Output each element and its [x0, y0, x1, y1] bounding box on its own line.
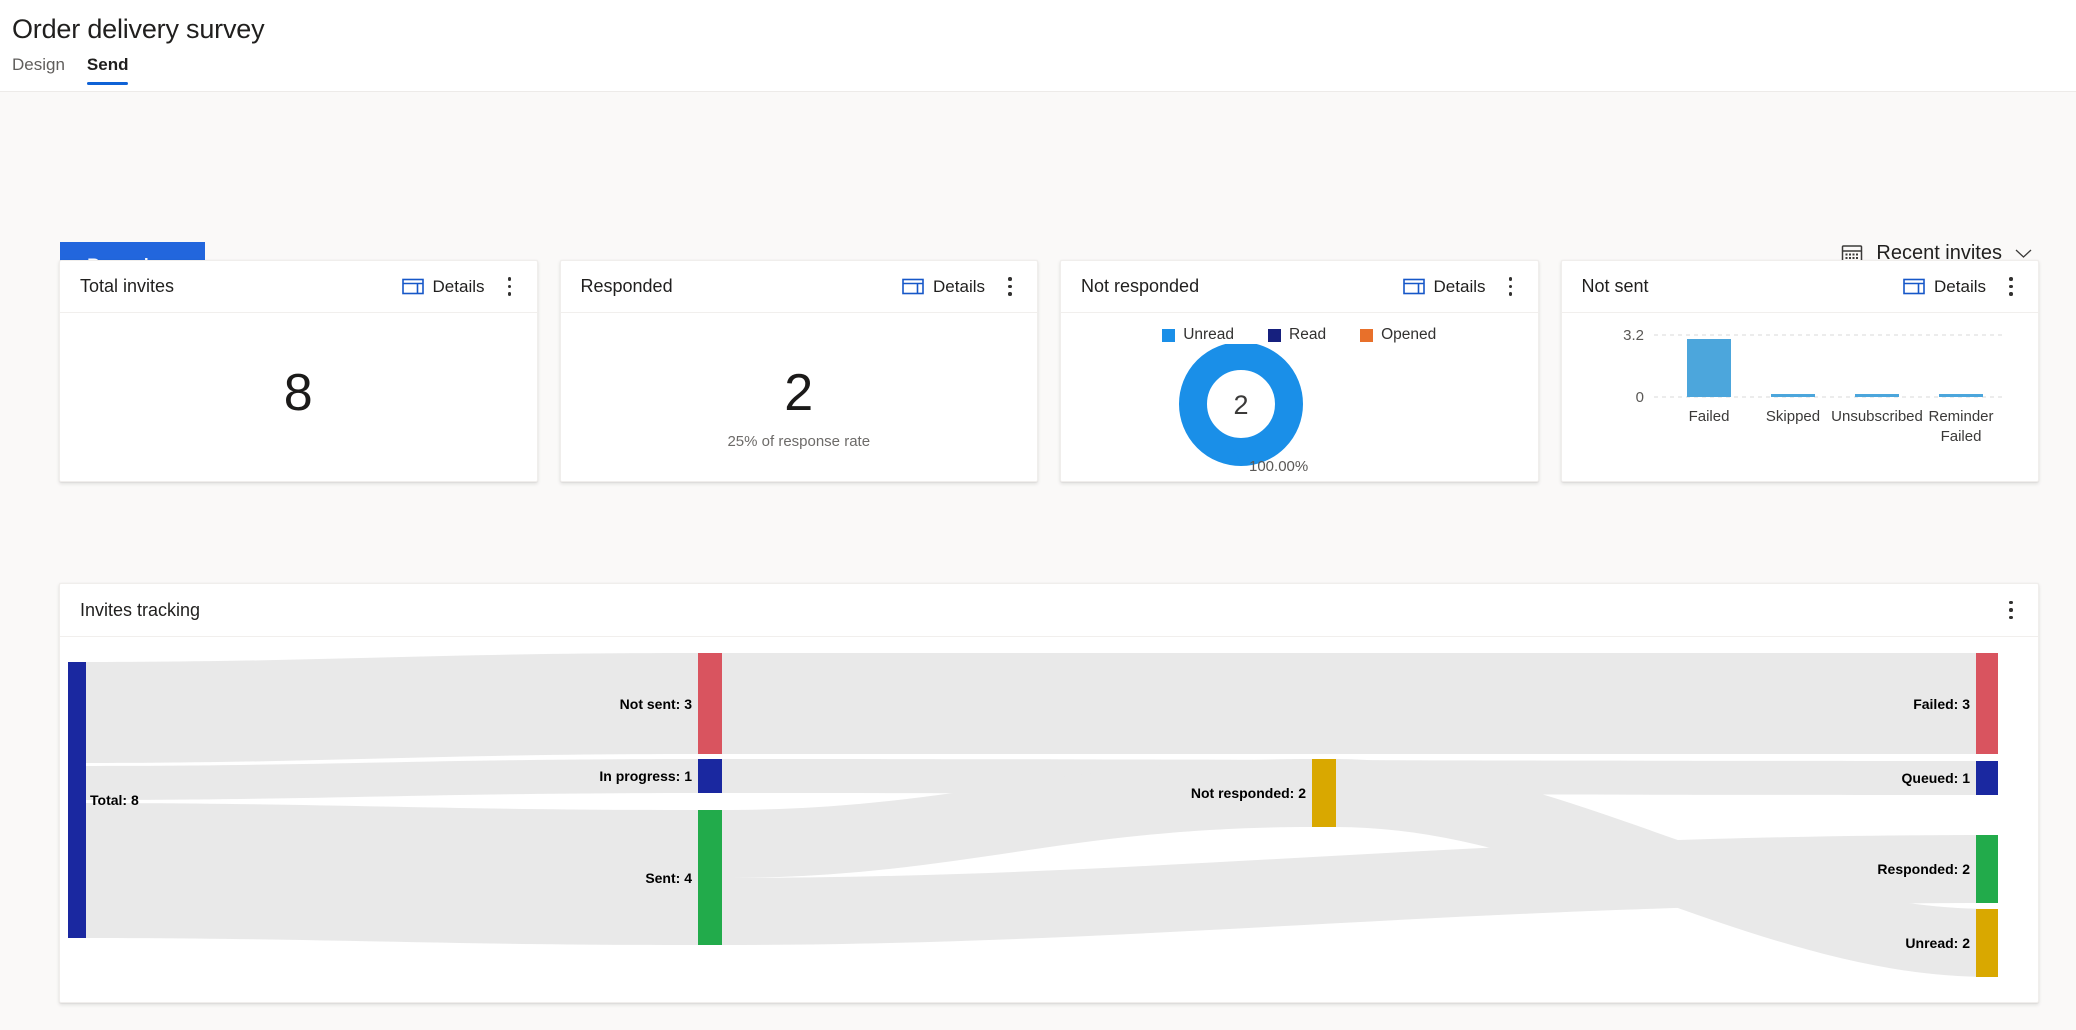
legend-label-read: Read [1289, 326, 1326, 344]
more-vertical-icon[interactable] [497, 272, 523, 302]
bar-chart[interactable]: 3.2 0 Failed Skipped Unsubscribed Remind… [1562, 313, 2039, 481]
donut-legend: Unread Read Opened [1061, 313, 1538, 344]
panel-layout-icon [902, 278, 924, 295]
card-not-sent: Not sent Details 3.2 0 [1561, 260, 2040, 482]
details-button[interactable]: Details [1403, 277, 1486, 297]
x-label-reminder-failed-line2: Failed [1940, 428, 1981, 445]
chevron-down-icon [2015, 249, 2032, 259]
details-label: Details [1934, 277, 1986, 297]
kpi-card-row: Total invites Details 8 Responded [59, 260, 2039, 482]
responded-value: 2 [561, 367, 1038, 419]
card-body: Unread Read Opened 2 100.00% [1061, 313, 1538, 482]
sankey-node-sent [698, 810, 722, 945]
legend-item-unread[interactable]: Unread [1162, 326, 1234, 344]
panel-layout-icon [402, 278, 424, 295]
card-header: Not sent Details [1562, 261, 2039, 313]
legend-item-read[interactable]: Read [1268, 326, 1326, 344]
panel-layout-icon [1903, 278, 1925, 295]
sankey-node-failed [1976, 653, 1998, 754]
sankey-label-queued: Queued: 1 [1902, 770, 1971, 786]
tab-design[interactable]: Design [12, 56, 65, 85]
response-rate-label: 25% of response rate [561, 433, 1038, 450]
donut-chart[interactable]: 2 100.00% [1061, 344, 1538, 482]
invites-tracking-panel: Invites tracking [59, 583, 2039, 1003]
sankey-node-not-responded [1312, 759, 1336, 827]
legend-item-opened[interactable]: Opened [1360, 326, 1436, 344]
sankey-links [84, 653, 1990, 977]
sankey-label-sent: Sent: 4 [645, 870, 692, 886]
details-button[interactable]: Details [402, 277, 485, 297]
details-button[interactable]: Details [1903, 277, 1986, 297]
details-label: Details [1434, 277, 1486, 297]
card-title: Not sent [1582, 276, 1904, 297]
link-total-sent [84, 803, 698, 945]
sankey-label-responded: Responded: 2 [1877, 861, 1970, 877]
card-header: Total invites Details [60, 261, 537, 313]
bar-unsubscribed [1855, 394, 1899, 397]
tab-send[interactable]: Send [87, 56, 129, 85]
link-notsent-failed [722, 653, 1990, 754]
sankey-label-in-progress: In progress: 1 [599, 768, 692, 784]
sankey-node-unread [1976, 909, 1998, 977]
details-label: Details [433, 277, 485, 297]
link-total-notsent [84, 653, 698, 763]
legend-swatch-unread [1162, 329, 1175, 342]
sankey-node-not-sent [698, 653, 722, 754]
details-button[interactable]: Details [902, 277, 985, 297]
total-invites-value: 8 [60, 367, 537, 419]
more-vertical-icon[interactable] [997, 272, 1023, 302]
sankey-node-queued [1976, 761, 1998, 795]
tab-bar: Design Send [0, 56, 2076, 85]
x-label-reminder: Reminder [1928, 408, 1993, 425]
app-header: Order delivery survey Design Send [0, 0, 2076, 92]
more-vertical-icon[interactable] [1498, 272, 1524, 302]
card-title: Responded [581, 276, 903, 297]
sankey-node-responded [1976, 835, 1998, 903]
card-not-responded: Not responded Details Unread [1060, 260, 1539, 482]
donut-percent-label: 100.00% [1249, 458, 1308, 475]
page-title: Order delivery survey [0, 14, 2076, 45]
legend-swatch-read [1268, 329, 1281, 342]
card-header: Responded Details [561, 261, 1038, 313]
details-label: Details [933, 277, 985, 297]
x-label-failed: Failed [1688, 408, 1729, 425]
y-tick-max: 3.2 [1623, 327, 1644, 344]
more-vertical-icon[interactable] [1998, 272, 2024, 302]
card-body: 8 [60, 313, 537, 481]
sankey-node-total [68, 662, 86, 938]
sankey-label-total: Total: 8 [90, 792, 139, 808]
panel-title: Invites tracking [80, 600, 1998, 621]
sankey-label-not-responded: Not responded: 2 [1191, 785, 1306, 801]
sankey-label-unread: Unread: 2 [1905, 935, 1970, 951]
card-header: Not responded Details [1061, 261, 1538, 313]
sankey-label-not-sent: Not sent: 3 [620, 696, 693, 712]
more-vertical-icon[interactable] [1998, 595, 2024, 625]
card-title: Total invites [80, 276, 402, 297]
legend-swatch-opened [1360, 329, 1373, 342]
y-tick-min: 0 [1635, 389, 1643, 406]
sankey-label-failed: Failed: 3 [1913, 696, 1970, 712]
card-title: Not responded [1081, 276, 1403, 297]
legend-label-opened: Opened [1381, 326, 1436, 344]
panel-layout-icon [1403, 278, 1425, 295]
card-total-invites: Total invites Details 8 [59, 260, 538, 482]
donut-center-value: 2 [1233, 390, 1248, 420]
card-body: 2 25% of response rate [561, 313, 1038, 481]
card-responded: Responded Details 2 25% of response rate [560, 260, 1039, 482]
sankey-diagram[interactable]: Total: 8 Not sent: 3 In progress: 1 Sent… [60, 637, 2038, 1003]
panel-header: Invites tracking [60, 584, 2038, 637]
bar-skipped [1771, 394, 1815, 397]
command-bar: Resend Recent invites [0, 92, 2076, 200]
x-label-skipped: Skipped [1765, 408, 1819, 425]
bar-reminder-failed [1939, 394, 1983, 397]
sankey-node-in-progress [698, 759, 722, 793]
x-label-unsubscribed: Unsubscribed [1831, 408, 1923, 425]
bar-failed [1687, 339, 1731, 397]
legend-label-unread: Unread [1183, 326, 1234, 344]
